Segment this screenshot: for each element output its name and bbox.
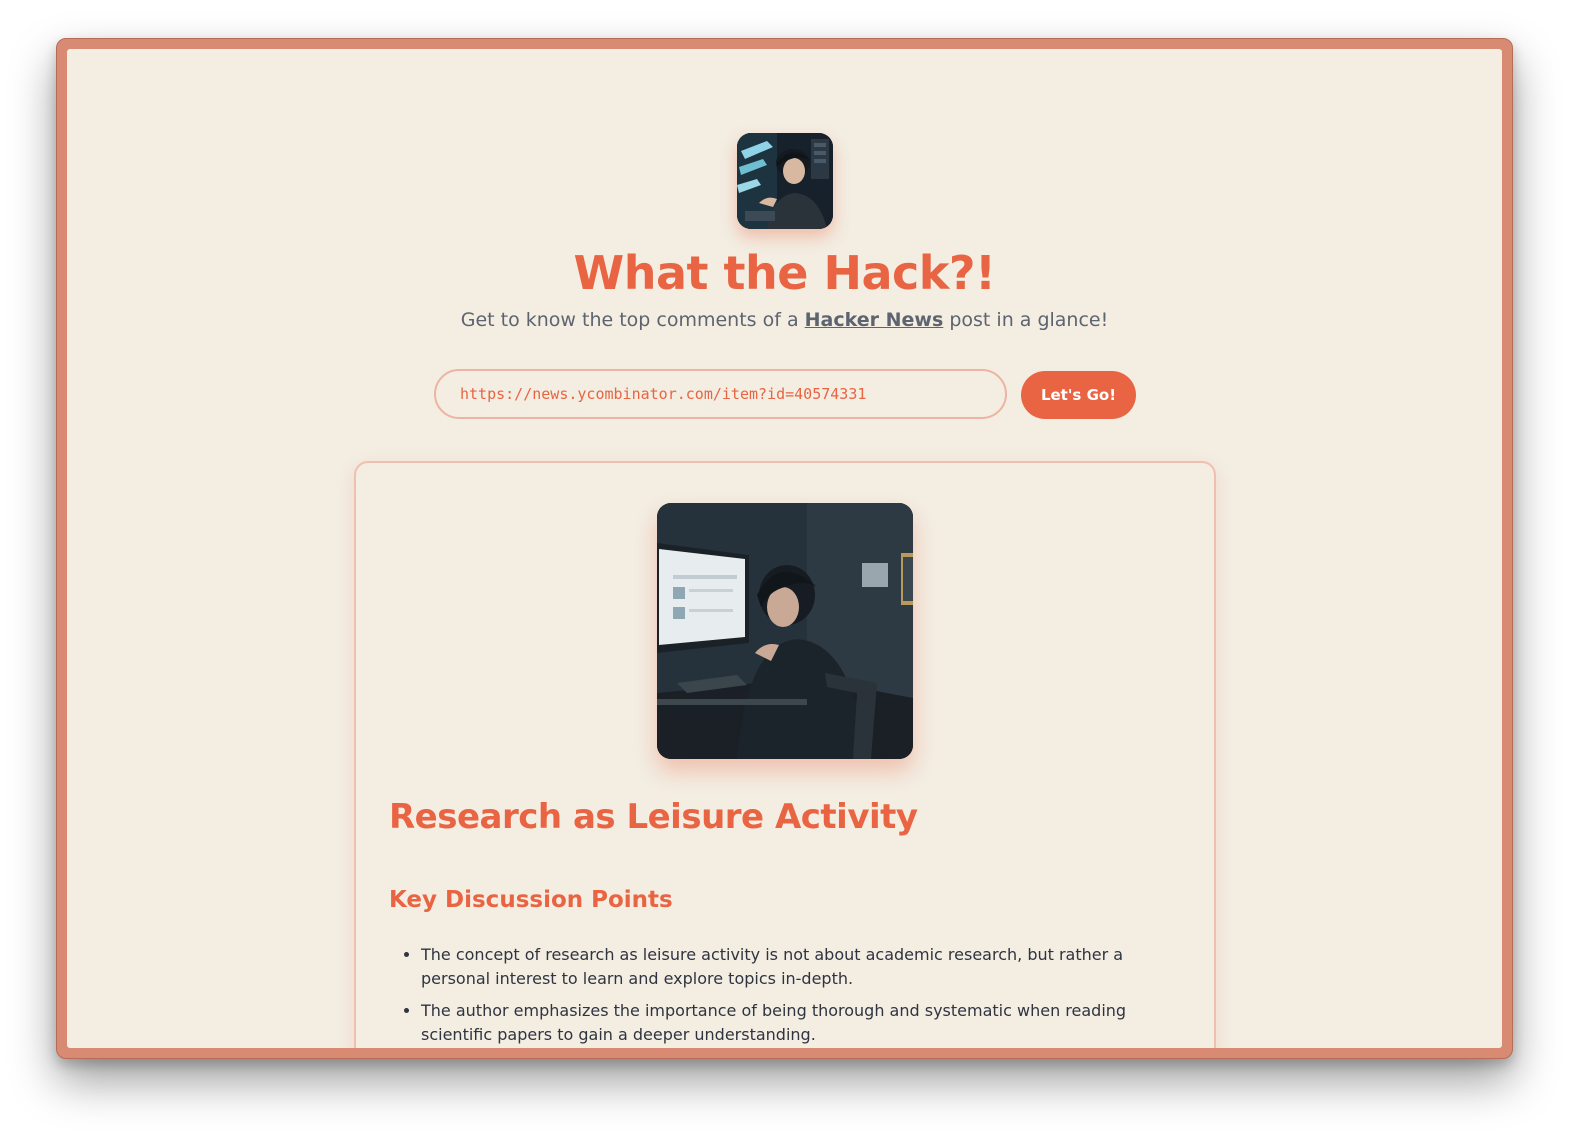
app-logo-image — [737, 133, 833, 229]
browser-window: What the Hack?! Get to know the top comm… — [56, 38, 1513, 1059]
result-card: Research as Leisure Activity Key Discuss… — [354, 461, 1216, 1048]
url-input[interactable] — [434, 369, 1007, 419]
key-discussion-heading: Key Discussion Points — [389, 887, 673, 913]
hacker-news-link[interactable]: Hacker News — [805, 309, 944, 331]
list-item: The author emphasizes the importance of … — [421, 999, 1189, 1047]
tagline: Get to know the top comments of a Hacker… — [67, 309, 1502, 331]
post-image — [657, 503, 913, 759]
page-viewport: What the Hack?! Get to know the top comm… — [67, 49, 1502, 1048]
post-title: Research as Leisure Activity — [389, 797, 918, 837]
lets-go-button[interactable]: Let's Go! — [1021, 371, 1136, 419]
app-title: What the Hack?! — [573, 246, 996, 300]
discussion-points-list: The concept of research as leisure activ… — [389, 943, 1189, 1048]
tagline-prefix: Get to know the top comments of a — [460, 309, 805, 331]
list-item: The concept of research as leisure activ… — [421, 943, 1189, 991]
tagline-suffix: post in a glance! — [943, 309, 1109, 331]
